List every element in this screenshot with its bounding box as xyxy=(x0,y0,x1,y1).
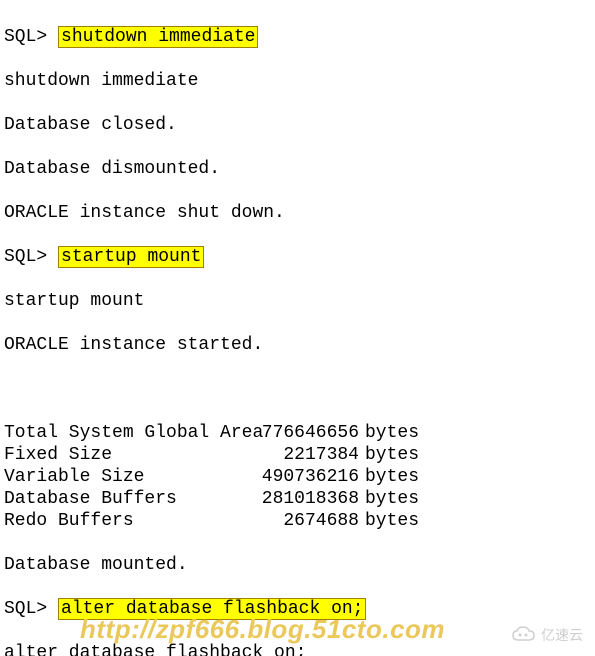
metric-value: 776646656 xyxy=(234,422,359,444)
metric-row: Variable Size490736216bytes xyxy=(4,466,591,488)
echo-startup: startup mount xyxy=(4,290,591,312)
msg-db-mounted: Database mounted. xyxy=(4,554,591,576)
cmd-flashback: alter database flashback on; xyxy=(58,598,366,620)
cmd-shutdown: shutdown immediate xyxy=(58,26,258,48)
metric-row: Redo Buffers2674688bytes xyxy=(4,510,591,532)
memory-metrics: Total System Global Area776646656bytesFi… xyxy=(4,422,591,532)
msg-instance-down: ORACLE instance shut down. xyxy=(4,202,591,224)
metric-value: 281018368 xyxy=(234,488,359,510)
metric-unit: bytes xyxy=(359,444,419,466)
echo-flashback: alter database flashback on; xyxy=(4,642,591,656)
metric-label: Total System Global Area xyxy=(4,422,234,444)
metric-label: Database Buffers xyxy=(4,488,234,510)
metric-label: Fixed Size xyxy=(4,444,234,466)
metric-unit: bytes xyxy=(359,422,419,444)
metric-row: Total System Global Area776646656bytes xyxy=(4,422,591,444)
metric-value: 2674688 xyxy=(234,510,359,532)
sql-prompt: SQL> xyxy=(4,247,47,267)
sql-prompt: SQL> xyxy=(4,27,47,47)
metric-row: Database Buffers281018368bytes xyxy=(4,488,591,510)
msg-db-dismounted: Database dismounted. xyxy=(4,158,591,180)
metric-label: Redo Buffers xyxy=(4,510,234,532)
metric-row: Fixed Size2217384bytes xyxy=(4,444,591,466)
metric-label: Variable Size xyxy=(4,466,234,488)
terminal-output: SQL> shutdown immediate shutdown immedia… xyxy=(0,0,595,656)
echo-shutdown: shutdown immediate xyxy=(4,70,591,92)
msg-instance-started: ORACLE instance started. xyxy=(4,334,591,356)
metric-unit: bytes xyxy=(359,488,419,510)
cmd-startup: startup mount xyxy=(58,246,204,268)
metric-unit: bytes xyxy=(359,510,419,532)
metric-unit: bytes xyxy=(359,466,419,488)
metric-value: 490736216 xyxy=(234,466,359,488)
msg-db-closed: Database closed. xyxy=(4,114,591,136)
sql-prompt: SQL> xyxy=(4,599,47,619)
metric-value: 2217384 xyxy=(234,444,359,466)
